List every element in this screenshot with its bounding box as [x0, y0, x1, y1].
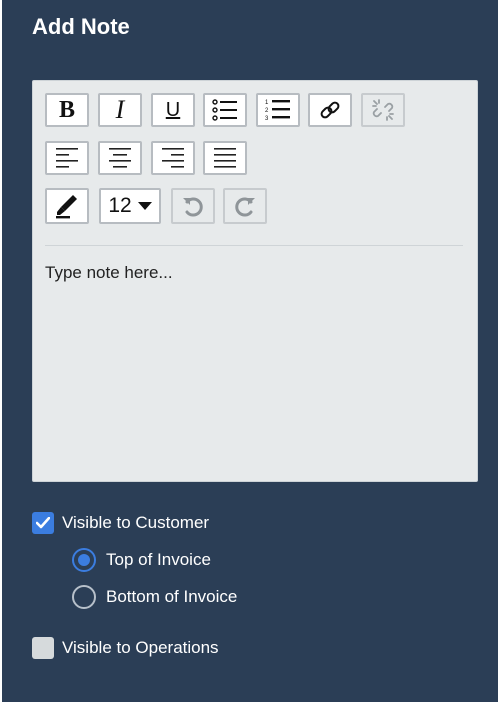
visible-to-customer-option[interactable]: Visible to Customer	[32, 512, 209, 534]
italic-button[interactable]: I	[98, 93, 142, 127]
bottom-of-invoice-label: Bottom of Invoice	[106, 587, 238, 606]
align-right-icon	[162, 148, 184, 168]
align-center-icon	[109, 148, 131, 168]
underline-button[interactable]: U	[151, 93, 195, 127]
visible-to-operations-label: Visible to Operations	[62, 638, 219, 657]
bullet-list-button[interactable]	[203, 93, 247, 127]
italic-icon: I	[115, 95, 125, 124]
align-justify-icon	[214, 148, 236, 168]
unlink-button[interactable]	[361, 93, 405, 127]
underline-icon: U	[165, 98, 181, 121]
radio-selected-dot	[78, 554, 90, 566]
visible-to-customer-checkbox[interactable]	[32, 512, 54, 534]
caret-down-icon	[137, 201, 152, 210]
panel-title: Add Note	[32, 14, 130, 39]
svg-text:3: 3	[265, 116, 269, 122]
text-color-button[interactable]	[45, 188, 89, 224]
align-right-button[interactable]	[151, 141, 195, 175]
align-left-icon	[56, 148, 78, 168]
insert-link-button[interactable]	[308, 93, 352, 127]
font-size-select[interactable]: 12	[99, 188, 161, 224]
toolbar-divider	[45, 245, 463, 246]
link-icon	[320, 101, 340, 119]
top-of-invoice-option[interactable]: Top of Invoice	[72, 548, 211, 572]
unlink-icon	[372, 99, 394, 121]
bottom-of-invoice-option[interactable]: Bottom of Invoice	[72, 585, 237, 609]
bullet-list-icon	[212, 99, 237, 121]
top-of-invoice-radio[interactable]	[72, 548, 96, 572]
visible-to-operations-checkbox[interactable]	[32, 637, 54, 659]
note-text-area[interactable]: Type note here...	[45, 263, 173, 283]
redo-icon	[235, 197, 255, 217]
align-center-button[interactable]	[98, 141, 142, 175]
font-size-value: 12	[108, 194, 132, 217]
pen-icon	[56, 195, 77, 219]
undo-icon	[183, 197, 203, 217]
svg-text:2: 2	[265, 108, 269, 114]
undo-button[interactable]	[171, 188, 215, 224]
bold-button[interactable]: B	[45, 93, 89, 127]
visible-to-operations-option[interactable]: Visible to Operations	[32, 637, 219, 659]
bottom-of-invoice-radio[interactable]	[72, 585, 96, 609]
add-note-panel: Add Note B I U 1 2 3 12 Type note here..…	[2, 0, 498, 702]
redo-button[interactable]	[223, 188, 267, 224]
align-left-button[interactable]	[45, 141, 89, 175]
numbered-list-button[interactable]: 1 2 3	[256, 93, 300, 127]
svg-text:1: 1	[265, 100, 269, 106]
bold-icon: B	[58, 96, 75, 123]
visible-to-customer-label: Visible to Customer	[62, 513, 210, 532]
rich-text-editor[interactable]: B I U 1 2 3 12 Type note here...	[32, 80, 478, 482]
numbered-list-icon: 1 2 3	[265, 100, 290, 122]
check-icon	[36, 517, 50, 529]
align-justify-button[interactable]	[203, 141, 247, 175]
top-of-invoice-label: Top of Invoice	[106, 550, 211, 569]
